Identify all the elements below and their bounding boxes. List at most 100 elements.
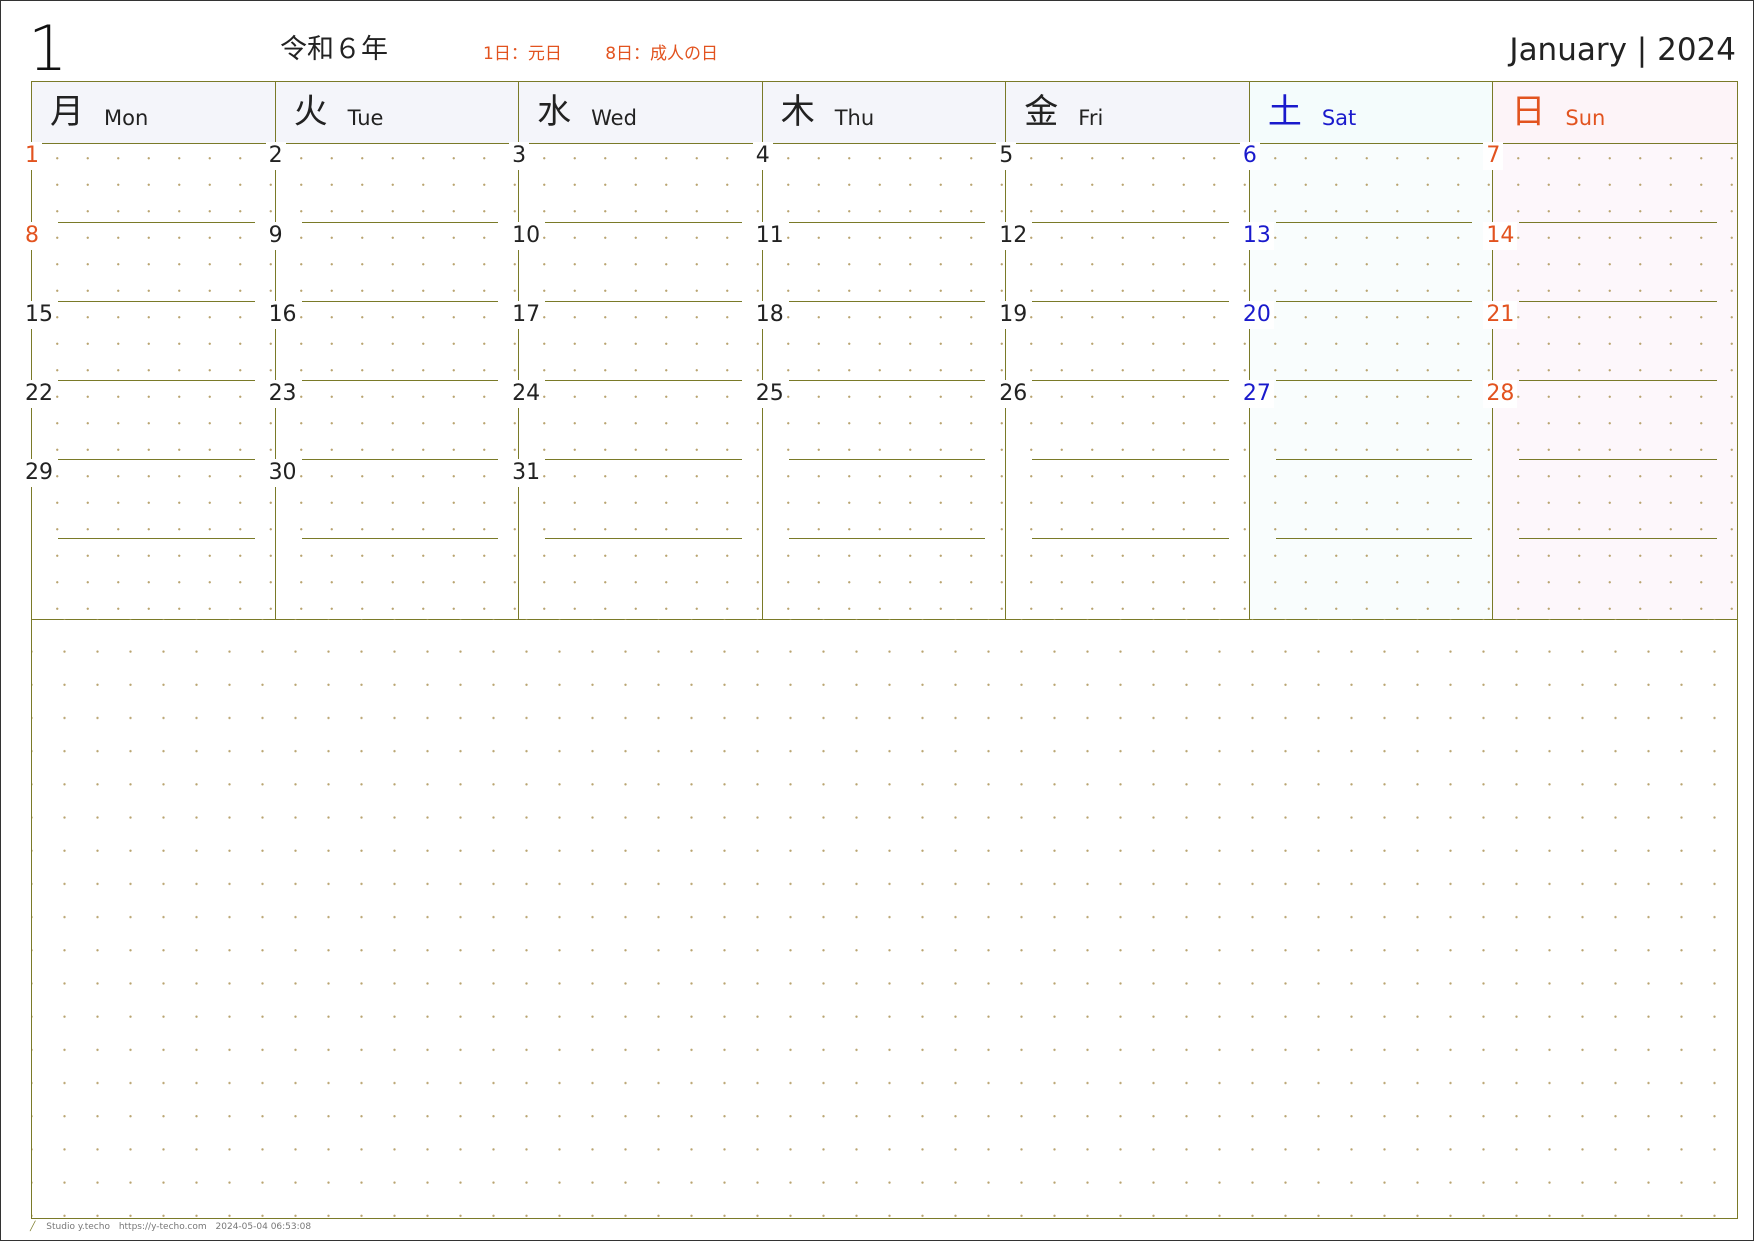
weekday-kanji: 月 xyxy=(50,92,84,132)
day-number: 11 xyxy=(752,222,787,250)
weekday-header: 土 Sat xyxy=(1249,82,1493,144)
day-cell[interactable]: 9 xyxy=(265,222,519,301)
day-number: 24 xyxy=(509,380,544,408)
day-cell[interactable]: 12 xyxy=(996,222,1249,301)
calendar-grid: 月 Mon 1 8 15 22 29 火 Tue 2 9 16 23 30 水 Wed 3 10 17 24 31 木 Th… xyxy=(22,81,1738,620)
week-rule xyxy=(301,538,499,539)
day-cell[interactable] xyxy=(763,459,1006,538)
week-rule xyxy=(301,380,499,381)
day-cell[interactable] xyxy=(1493,538,1737,617)
day-cell[interactable]: 24 xyxy=(509,380,762,459)
week-rule xyxy=(301,301,499,302)
day-number: 18 xyxy=(752,301,787,329)
day-number: 21 xyxy=(1483,301,1518,329)
weekday-kanji: 水 xyxy=(537,92,572,132)
week-rule xyxy=(1032,380,1229,381)
weekday-english: Fri xyxy=(1078,106,1104,130)
day-cell[interactable]: 13 xyxy=(1239,222,1493,301)
week-rule xyxy=(1032,538,1229,539)
weekday-english: Thu xyxy=(834,106,875,130)
day-cell[interactable]: 27 xyxy=(1239,380,1493,459)
day-number: 3 xyxy=(509,142,530,170)
weekday-kanji: 木 xyxy=(780,92,815,132)
day-number: 25 xyxy=(752,380,787,408)
week-rule xyxy=(1275,538,1473,539)
weekday-english: Sat xyxy=(1321,106,1357,130)
day-number: 31 xyxy=(509,459,544,487)
day-cell[interactable]: 29 xyxy=(22,459,275,538)
week-rule xyxy=(1519,222,1717,223)
week-rule xyxy=(1275,301,1473,302)
day-number: 29 xyxy=(22,459,56,487)
day-cell[interactable] xyxy=(519,538,762,617)
day-number: 10 xyxy=(509,222,544,250)
day-cell[interactable]: 2 xyxy=(265,142,519,222)
week-rule xyxy=(545,301,742,302)
day-cell[interactable]: 17 xyxy=(509,301,762,380)
footer-url: https://y-techo.com xyxy=(118,1222,207,1232)
day-number: 26 xyxy=(996,380,1031,408)
week-rule xyxy=(1519,538,1717,539)
day-number: 12 xyxy=(996,222,1031,250)
day-number: 16 xyxy=(265,301,300,329)
day-cell[interactable]: 6 xyxy=(1239,142,1493,222)
week-rule xyxy=(58,380,255,381)
week-rule xyxy=(1275,222,1473,223)
day-cell[interactable]: 25 xyxy=(752,380,1006,459)
day-cell[interactable] xyxy=(276,538,519,617)
day-cell[interactable] xyxy=(1493,459,1737,538)
day-number: 30 xyxy=(265,459,300,487)
day-cell[interactable]: 22 xyxy=(22,380,275,459)
week-rule xyxy=(545,538,742,539)
day-cell[interactable]: 14 xyxy=(1483,222,1737,301)
day-cell[interactable]: 3 xyxy=(509,142,762,222)
week-rule xyxy=(301,222,499,223)
weekday-english: Sun xyxy=(1565,106,1606,130)
day-number: 27 xyxy=(1239,380,1274,408)
day-cell[interactable]: 28 xyxy=(1483,380,1737,459)
day-cell[interactable]: 4 xyxy=(752,142,1006,222)
day-cell[interactable] xyxy=(1250,538,1493,617)
day-cell[interactable]: 31 xyxy=(509,459,762,538)
month-number: 1 xyxy=(28,12,68,85)
weekday-header: 日 Sun xyxy=(1493,82,1737,144)
day-cell[interactable] xyxy=(763,538,1006,617)
day-number: 17 xyxy=(509,301,544,329)
day-cell[interactable]: 10 xyxy=(509,222,762,301)
day-cell[interactable]: 26 xyxy=(996,380,1249,459)
week-rule xyxy=(788,380,986,381)
day-column-sun: 日 Sun 7 14 21 28 xyxy=(1483,82,1737,619)
day-cell[interactable]: 8 xyxy=(22,222,275,301)
era-year: 令和６年 xyxy=(280,34,388,65)
day-cell[interactable] xyxy=(1006,459,1249,538)
day-cell[interactable]: 1 xyxy=(22,142,275,222)
day-cell[interactable]: 16 xyxy=(265,301,519,380)
day-cell[interactable]: 7 xyxy=(1483,142,1737,222)
day-cell[interactable]: 30 xyxy=(265,459,519,538)
week-rule xyxy=(1275,459,1473,460)
holiday-item: 1日：元日 xyxy=(483,44,562,64)
day-cell[interactable]: 19 xyxy=(996,301,1249,380)
week-rule xyxy=(788,538,986,539)
notes-dot-grid[interactable] xyxy=(31,619,1738,1219)
week-rule xyxy=(58,301,255,302)
day-cell[interactable] xyxy=(1250,459,1493,538)
day-cell[interactable] xyxy=(32,538,275,617)
day-cell[interactable]: 5 xyxy=(996,142,1249,222)
day-cell[interactable]: 18 xyxy=(752,301,1006,380)
day-cell[interactable] xyxy=(1006,538,1249,617)
day-number: 23 xyxy=(265,380,300,408)
day-cell[interactable]: 23 xyxy=(265,380,519,459)
weekday-header: 水 Wed xyxy=(519,82,762,144)
day-cell[interactable]: 11 xyxy=(752,222,1006,301)
weekday-english: Wed xyxy=(591,106,637,130)
day-cell[interactable]: 21 xyxy=(1483,301,1737,380)
day-number: 2 xyxy=(265,142,286,170)
day-column-wed: 水 Wed 3 10 17 24 31 xyxy=(509,82,763,619)
holiday-item: 8日：成人の日 xyxy=(605,44,719,64)
footer-timestamp: 2024-05-04 06:53:08 xyxy=(215,1222,312,1232)
day-cell[interactable]: 15 xyxy=(22,301,275,380)
day-column-fri: 金 Fri 5 12 19 26 xyxy=(996,82,1250,619)
day-cell[interactable]: 20 xyxy=(1239,301,1493,380)
week-rule xyxy=(1032,459,1229,460)
